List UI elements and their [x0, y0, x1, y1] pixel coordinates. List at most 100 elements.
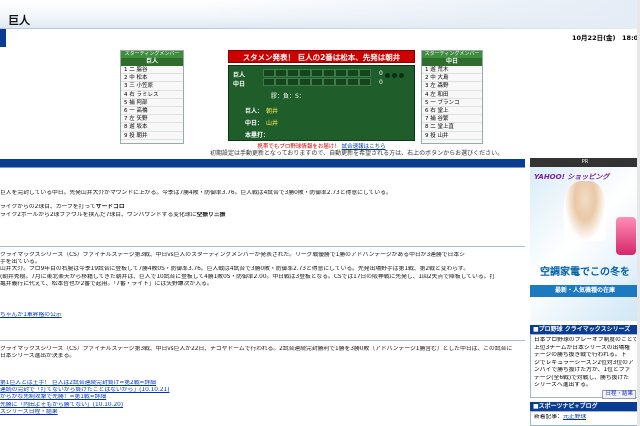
- pitcher-dragons: 中日： 山井: [245, 118, 278, 127]
- ad-product-image: [616, 217, 636, 255]
- scoreboard-panel: スタメン発表！ 巨人の2番は松本、先発は朝井 巨人 0 中日 0 膠：負：S： …: [228, 50, 415, 150]
- pr-label: PR: [530, 158, 640, 167]
- schedule-results-button[interactable]: 日程・結果: [602, 389, 636, 399]
- base-dot: [399, 73, 404, 78]
- score-giants: 0: [379, 70, 383, 77]
- inning-cell: [263, 78, 275, 86]
- lineup-player[interactable]: 2 中 大島: [422, 74, 482, 83]
- inning-cell: [263, 69, 275, 77]
- article-separator: [0, 340, 525, 341]
- cs-description-line: 上位3チームが日本シリーズの出場権: [534, 344, 630, 351]
- article-line: クライマックスシリーズ（CS）ファイナルステージ第3戦、中日vs巨人のスターティ…: [0, 252, 465, 258]
- article-line: (朝井秀樹。7月に東北楽天から移籍してきた朝井は、巨人で10試合に登板して4勝1…: [0, 273, 496, 280]
- lineup-player[interactable]: 4 左 和田: [422, 91, 482, 99]
- pitcher-giants-label: 巨人：: [245, 108, 264, 115]
- starting-lineup-article: クライマックスシリーズ（CS）ファイナルステージ第3戦、中日vs巨人のスターティ…: [0, 252, 525, 288]
- lineup-player[interactable]: 7 左 矢野: [121, 115, 183, 124]
- inning-cell: [299, 78, 311, 86]
- section-divider: [0, 159, 525, 167]
- headline-banner[interactable]: スタメン発表！ 巨人の2番は松本、先発は朝井: [228, 50, 415, 63]
- team-row-giants: 巨人: [233, 72, 246, 79]
- bases-indicator: [384, 72, 408, 92]
- related-link[interactable]: 連読の完封で「打てないから負けたことはないから」(10.10.21): [0, 387, 525, 394]
- cs-description-line: 日本プロ野球のプレーオフ制度のことで: [534, 337, 636, 343]
- article-line: 手を出ている。: [0, 259, 41, 266]
- inning-cell: [323, 69, 335, 77]
- article-line: 山井大介。プロ9年目の右腕は今季19試合に登板して7勝4敗0S・防御率3.76。…: [0, 266, 470, 273]
- related-link[interactable]: 第1巨人とは王手！ 巨人は2試合連続完封負け=第2戦=詳細: [0, 380, 525, 387]
- related-link[interactable]: スシリーズ日程・結果: [0, 409, 525, 416]
- related-link[interactable]: からかな先制攻撃で先勝！=第1戦=詳細: [0, 394, 525, 401]
- lineup-player[interactable]: 4 右 ラミレス: [121, 91, 183, 99]
- lineup-player[interactable]: 3 三 小笠原: [121, 82, 183, 91]
- cs-description-line: テージの勝ち抜き戦で行われる。下: [534, 352, 627, 358]
- lineup-player[interactable]: 7 捕 谷繁: [422, 115, 482, 124]
- section-divider-line: [0, 167, 525, 168]
- blog-section-header: ■スポーツナビ+ブログ: [530, 402, 640, 411]
- top-title-bar: 巨人: [0, 0, 640, 29]
- lineup-header: スターティングメンバー: [422, 51, 482, 58]
- blog-new-entry: 新着記事：元正野球: [534, 414, 636, 422]
- lineup-player[interactable]: 5 一 ブランコ: [422, 99, 482, 107]
- lineup-dragons: スターティングメンバー 中日 1 遊 荒木 2 中 大島 3 左 森野 4 左 …: [421, 50, 483, 144]
- blog-new-link[interactable]: 元正野球: [563, 414, 586, 420]
- cs-description-line: シリーズへ進出する。: [534, 382, 592, 388]
- commentary-text: ライクからの2球目、カーブを打って: [0, 204, 96, 211]
- lineup-player[interactable]: 9 投 朝井: [121, 132, 183, 140]
- related-link[interactable]: 先勝に「内田よそもから勝てない」(10.10.20): [0, 402, 525, 409]
- cs-description-line: ンバイで勝ち抜けた方が、1位とファ: [534, 367, 631, 373]
- cs-description-line: ジでレギュラーシーズン2位対3位のア: [534, 359, 634, 366]
- inning-cell: [335, 69, 347, 77]
- ad-person-image: [564, 181, 606, 241]
- related-link-block: ちゃんが1軍昇格の公示: [0, 312, 525, 319]
- pitcher-dragons-name: 山井: [266, 120, 279, 127]
- inning-cell: [275, 69, 287, 77]
- cs-button-row: 日程・結果: [534, 389, 636, 399]
- base-dot: [385, 73, 390, 78]
- lineup-player[interactable]: 5 捕 阿部: [121, 99, 183, 107]
- scoreboard: 巨人 0 中日 0 膠：負：S： 巨人： 朝井 中日： 山井 本塁打：: [228, 65, 415, 141]
- lineup-player[interactable]: 9 投 山井: [422, 132, 482, 140]
- promotion-link[interactable]: ちゃんが1軍昇格の公示: [0, 312, 525, 319]
- blog-new-label: 新着記事：: [534, 414, 563, 420]
- lineup-player[interactable]: 6 右 堂上: [422, 107, 482, 116]
- update-notice: 初期設定は手動更新となっておりますので、自動更新を希望される方は、右上のボタンか…: [210, 150, 504, 157]
- commentary-line: ライク2ボールから2球ファウルを挟んだ7球目、ワンバウンドする変化球に空振り三振: [0, 212, 525, 219]
- lineup-team-name: 中日: [422, 58, 482, 66]
- game-date: 10月22日(金) 18:00: [572, 34, 640, 42]
- score-dragons: 0: [379, 79, 383, 86]
- lineup-list: 1 二 脇谷 2 中 松本 3 三 小笠原 4 右 ラミレス 5 捕 阿部 6 …: [121, 66, 183, 140]
- advertisement[interactable]: YAHOO! ショッピング 空調家電でこの冬を 最新・人気機種の在庫: [530, 167, 640, 321]
- cs-description-box: 日本プロ野球のプレーオフ制度のことで 上位3チームが日本シリーズの出場権 テージ…: [530, 334, 640, 399]
- article-line: クライマックスシリーズ（CS）ファイナルステージ第3戦、中日vs巨人が22日、ナ…: [0, 346, 513, 352]
- related-links: 第1巨人とは王手！ 巨人は2試合連続完封負け=第2戦=詳細 連読の完封で「打てな…: [0, 380, 525, 416]
- lineup-header: スターティングメンバー: [121, 51, 183, 58]
- lineup-player[interactable]: 3 左 森野: [422, 82, 482, 91]
- inning-cell: [311, 69, 323, 77]
- commentary-spacer: [0, 197, 525, 204]
- inning-cell: [287, 78, 299, 86]
- cs-section-header: ■プロ野球 クライマックスシリーズ: [530, 325, 640, 334]
- inning-cell: [323, 78, 335, 86]
- lineup-player[interactable]: 8 遊 坂本: [121, 123, 183, 132]
- inning-cell: [347, 78, 359, 86]
- count-info: 膠：負：S：: [271, 93, 305, 100]
- article-line: 亀井義行に代えて、松本哲也が2番で起用。「7番・ライト」には矢野謙次が入る。: [0, 280, 213, 287]
- commentary-result: サードゴロ: [95, 204, 125, 211]
- ad-brand-logo: YAHOO! ショッピング: [534, 173, 610, 181]
- inning-cell: [299, 69, 311, 77]
- live-commentary: 巨人を完封している中日。先発山井大介がマウンドに上がる。今季は7勝4敗・防御率3…: [0, 190, 525, 219]
- lineup-player[interactable]: 1 二 脇谷: [121, 66, 183, 75]
- page-title: 巨人: [8, 14, 30, 27]
- lineup-player[interactable]: 6 一 高橋: [121, 107, 183, 116]
- lineup-player[interactable]: 1 遊 荒木: [422, 66, 482, 75]
- inning-cell: [311, 78, 323, 86]
- inning-cell: [359, 69, 371, 77]
- blog-box: 新着記事：元正野球: [530, 411, 640, 426]
- left-blue-tab[interactable]: [0, 29, 6, 47]
- lineup-player[interactable]: 8 二 堂上直: [422, 123, 482, 132]
- title-bar-fade: [200, 0, 640, 29]
- lineup-player[interactable]: 2 中 松本: [121, 74, 183, 83]
- preview-article: クライマックスシリーズ（CS）ファイナルステージ第3戦、中日vs巨人が22日、ナ…: [0, 346, 525, 360]
- inning-cells-giants: [263, 69, 371, 77]
